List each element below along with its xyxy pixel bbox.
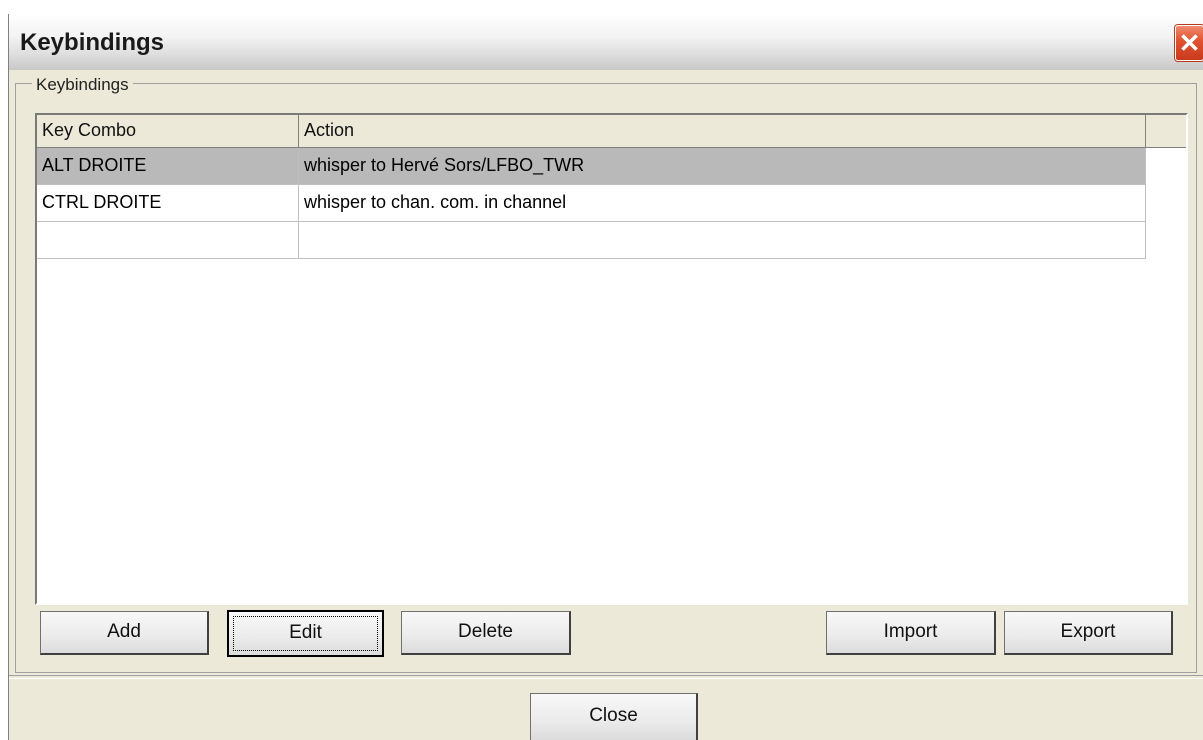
delete-button-label: Delete — [458, 621, 513, 642]
action-cell — [299, 222, 1146, 259]
close-button-label: Close — [589, 705, 638, 726]
action-cell: whisper to chan. com. in channel — [299, 185, 1146, 222]
column-header-action[interactable]: Action — [299, 115, 1146, 148]
export-button-label: Export — [1060, 621, 1116, 642]
table-row[interactable] — [37, 222, 1146, 259]
key-combo-cell: ALT DROITE — [37, 148, 299, 185]
table-row[interactable]: CTRL DROITE whisper to chan. com. in cha… — [37, 185, 1146, 222]
close-button[interactable]: Close — [530, 693, 698, 740]
edit-button-label: Edit — [289, 622, 322, 643]
key-combo-cell: CTRL DROITE — [37, 185, 299, 222]
keybindings-list[interactable]: Key Combo Action ALT DROITE whisper to H… — [35, 113, 1188, 605]
import-button[interactable]: Import — [826, 611, 996, 655]
dialog-title: Keybindings — [20, 29, 165, 56]
column-header-key-combo[interactable]: Key Combo — [37, 115, 299, 148]
import-button-label: Import — [883, 621, 938, 642]
export-button[interactable]: Export — [1004, 611, 1173, 655]
close-icon: ✕ — [1178, 28, 1201, 58]
table-row[interactable]: ALT DROITE whisper to Hervé Sors/LFBO_TW… — [37, 148, 1146, 185]
column-header-filler — [1146, 115, 1186, 148]
add-button-label: Add — [107, 621, 141, 642]
group-label: Keybindings — [32, 75, 133, 95]
footer-divider — [9, 675, 1203, 679]
delete-button[interactable]: Delete — [401, 611, 571, 655]
key-combo-cell — [37, 222, 299, 259]
close-window-button[interactable]: ✕ — [1175, 25, 1203, 61]
add-button[interactable]: Add — [40, 611, 209, 655]
title-bar[interactable]: Keybindings — [9, 14, 1203, 70]
keybindings-dialog: Keybindings ✕ Keybindings Key Combo Acti… — [8, 14, 1203, 740]
action-cell: whisper to Hervé Sors/LFBO_TWR — [299, 148, 1146, 185]
edit-button[interactable]: Edit — [227, 610, 384, 657]
